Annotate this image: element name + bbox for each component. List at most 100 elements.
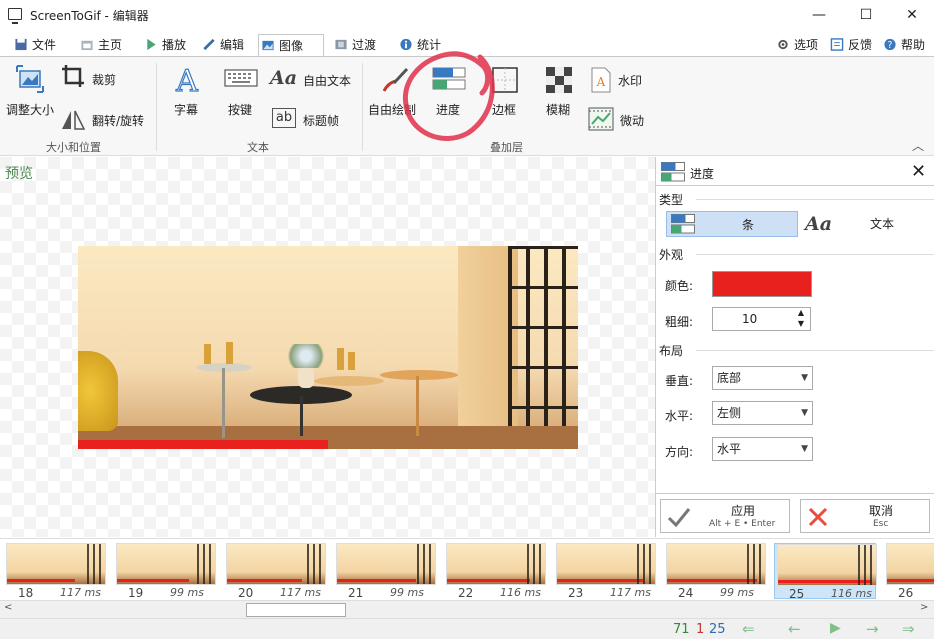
frame-thumbnail[interactable]: 21 99 ms	[334, 543, 436, 600]
cancel-button[interactable]: 取消 Esc	[800, 499, 930, 533]
resize-icon	[16, 65, 44, 93]
status-bar: 71 1 25 ⇐ ← ▶ → ⇒	[0, 618, 934, 639]
horizontal-select[interactable]: 左侧 ▼	[712, 401, 813, 425]
tab-play-label: 播放	[162, 38, 187, 52]
cinemagraph-button[interactable]: 微动	[588, 107, 658, 133]
frame-selected-count: 1	[696, 622, 705, 637]
tab-home[interactable]: 主页	[78, 34, 122, 56]
tab-play[interactable]: 播放	[142, 34, 186, 56]
keyboard-icon	[224, 69, 258, 87]
help-label: 帮助	[901, 38, 926, 52]
play-frame-icon[interactable]: ▶	[830, 620, 841, 636]
resize-label: 调整大小	[6, 103, 55, 117]
previous-frame-icon[interactable]: ←	[788, 620, 801, 638]
feedback-button[interactable]: 反馈	[828, 34, 872, 56]
blur-icon	[546, 67, 572, 93]
horizontal-scrollbar[interactable]: < >	[0, 600, 934, 618]
frame-thumbnail[interactable]: 24 99 ms	[664, 543, 766, 600]
title-frame-icon: ab	[272, 108, 296, 128]
play-icon	[147, 38, 156, 51]
layout-section-label: 布局	[659, 344, 684, 358]
tab-edit-label: 编辑	[220, 38, 245, 52]
caption-label: 字幕	[174, 103, 199, 117]
frame-thumbnail[interactable]: 22 116 ms	[444, 543, 546, 600]
collapse-ribbon-icon[interactable]: ︿	[912, 137, 924, 154]
frame-delay: 117 ms	[60, 586, 101, 599]
watermark-button[interactable]: A 水印	[590, 67, 660, 95]
flip-rotate-button[interactable]: 翻转/旋转	[60, 107, 152, 133]
tab-transition-label: 过渡	[352, 38, 377, 52]
frame-thumbnail[interactable]: 23 117 ms	[554, 543, 656, 600]
frame-thumbnail[interactable]: 18 117 ms	[4, 543, 106, 600]
cancel-shortcut: Esc	[873, 519, 889, 529]
resize-button[interactable]: 调整大小	[6, 63, 54, 123]
tab-transition[interactable]: 过渡	[332, 34, 376, 56]
progress-bar-overlay	[78, 440, 328, 449]
thickness-stepper[interactable]: 10 ▲ ▼	[712, 307, 811, 331]
keystrokes-button[interactable]: 按键	[224, 63, 264, 123]
cinemagraph-label: 微动	[620, 114, 645, 128]
section-divider	[696, 254, 934, 255]
horizontal-label: 水平:	[665, 409, 694, 423]
home-icon	[81, 40, 93, 51]
type-text-option[interactable]: Aa 文本	[802, 211, 932, 237]
svg-text:A: A	[175, 65, 198, 95]
blur-button[interactable]: 模糊	[542, 63, 578, 123]
type-section-label: 类型	[659, 193, 684, 207]
frame-thumbnail[interactable]: 26	[884, 543, 934, 599]
scroll-right-icon[interactable]: >	[920, 602, 928, 613]
scroll-left-icon[interactable]: <	[4, 602, 12, 613]
crop-button[interactable]: 裁剪	[60, 63, 130, 93]
tab-file[interactable]: 文件	[12, 34, 56, 56]
frame-number: 23	[568, 586, 584, 600]
tab-edit[interactable]: 编辑	[200, 34, 244, 56]
scroll-thumb[interactable]	[246, 603, 346, 617]
watermark-icon: A	[591, 67, 611, 93]
direction-select[interactable]: 水平 ▼	[712, 437, 813, 461]
x-icon	[808, 507, 828, 527]
frame-current-index: 25	[709, 622, 726, 637]
tab-image[interactable]: 图像	[258, 34, 324, 56]
section-divider	[696, 350, 934, 351]
keystrokes-label: 按键	[228, 103, 253, 117]
close-icon[interactable]: ✕	[911, 161, 926, 182]
free-text-button[interactable]: Aa 自由文本	[270, 67, 360, 93]
watermark-label: 水印	[618, 74, 643, 88]
maximize-button[interactable]: ☐	[843, 0, 889, 30]
title-frame-label: 标题帧	[303, 114, 340, 128]
frame-delay: 117 ms	[610, 586, 651, 599]
close-button[interactable]: ✕	[889, 0, 934, 30]
frame-delay: 117 ms	[280, 586, 321, 599]
type-bar-option[interactable]: 条	[666, 211, 798, 237]
ribbon: 调整大小 裁剪 翻转/旋转 大小和位置 A 字幕 按键 Aa 自由文本 ab 标…	[0, 51, 934, 156]
free-text-label: 自由文本	[303, 74, 352, 88]
first-frame-icon[interactable]: ⇐	[742, 620, 755, 638]
svg-text:A: A	[596, 75, 606, 89]
horizontal-value: 左侧	[717, 406, 742, 420]
next-frame-icon[interactable]: →	[866, 620, 879, 638]
cancel-label: 取消	[869, 504, 894, 518]
frame-thumbnail-selected[interactable]: 25 116 ms	[774, 543, 877, 601]
frame-delay: 99 ms	[390, 586, 424, 599]
progress-icon	[661, 162, 685, 182]
frame-thumbnail[interactable]: 19 99 ms	[114, 543, 216, 600]
last-frame-icon[interactable]: ⇒	[902, 620, 915, 638]
apply-shortcut: Alt + E • Enter	[709, 519, 776, 529]
caption-button[interactable]: A 字幕	[166, 63, 210, 123]
window-title: ScreenToGif - 编辑器	[30, 9, 149, 23]
stepper-down-icon[interactable]: ▼	[798, 319, 804, 328]
options-button[interactable]: 选项	[774, 34, 818, 56]
frame-number: 25	[789, 587, 805, 601]
title-frame-button[interactable]: ab 标题帧	[270, 107, 360, 133]
progress-bar-icon	[671, 214, 695, 234]
color-swatch[interactable]	[712, 271, 812, 297]
vertical-select[interactable]: 底部 ▼	[712, 366, 813, 390]
minimize-button[interactable]: —	[796, 0, 842, 30]
help-button[interactable]: ? 帮助	[881, 34, 925, 56]
stepper-up-icon[interactable]: ▲	[798, 308, 804, 317]
apply-button[interactable]: 应用 Alt + E • Enter	[660, 499, 790, 533]
frame-list: 18 117 ms 19 99 ms 20 117 ms 21 99 ms 22 116 …	[0, 538, 934, 601]
progress-panel: 进度 ✕ 类型 条 Aa 文本 外观 颜色: 粗细: 10 ▲ ▼ 布局 垂直:…	[655, 157, 934, 537]
direction-value: 水平	[717, 442, 742, 456]
frame-thumbnail[interactable]: 20 117 ms	[224, 543, 326, 600]
